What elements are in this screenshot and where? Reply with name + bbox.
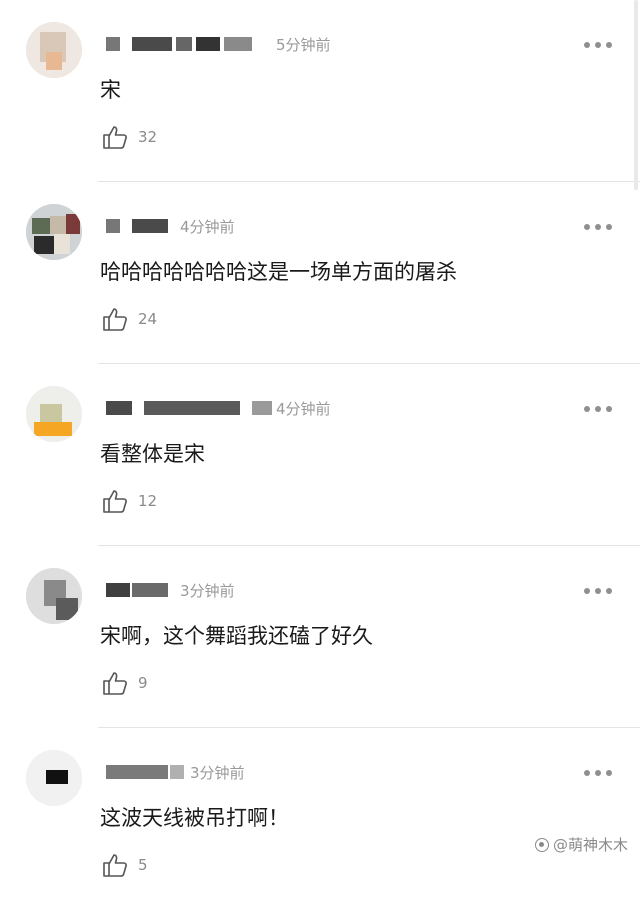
like-count: 9 — [138, 674, 148, 692]
thumbs-up-icon — [103, 490, 127, 513]
like-count: 32 — [138, 128, 158, 146]
comment-time: 3分钟前 — [190, 764, 245, 782]
avatar[interactable] — [26, 386, 82, 442]
watermark-text: @萌神木木 — [552, 836, 628, 854]
like-count: 24 — [138, 310, 158, 328]
scrollbar[interactable] — [634, 0, 638, 190]
avatar[interactable] — [26, 22, 82, 78]
username-redacted[interactable] — [106, 33, 252, 53]
comment-item: 5分钟前 宋 32 — [0, 0, 640, 182]
watermark: @萌神木木 — [534, 834, 628, 855]
comment-text: 宋啊，这个舞蹈我还磕了好久 — [100, 624, 373, 648]
username-redacted[interactable] — [106, 579, 168, 599]
weibo-icon — [534, 837, 549, 852]
like-button[interactable]: 5 — [102, 850, 148, 880]
comment-time: 3分钟前 — [180, 582, 235, 600]
thumbs-up-icon — [103, 672, 127, 695]
thumbs-up-icon — [103, 126, 127, 149]
avatar[interactable] — [26, 750, 82, 806]
thumbs-up-icon — [103, 854, 127, 877]
comment-text: 宋 — [100, 78, 121, 102]
more-dots-icon[interactable] — [584, 769, 612, 777]
more-dots-icon[interactable] — [584, 405, 612, 413]
comment-text: 哈哈哈哈哈哈哈这是一场单方面的屠杀 — [100, 260, 457, 284]
thumbs-up-icon — [103, 308, 127, 331]
comment-time: 4分钟前 — [276, 400, 331, 418]
like-button[interactable]: 12 — [102, 486, 157, 516]
comment-time: 4分钟前 — [180, 218, 235, 236]
like-button[interactable]: 24 — [102, 304, 157, 334]
comment-item: 3分钟前 这波天线被吊打啊！ 5 — [0, 728, 640, 910]
comment-time: 5分钟前 — [276, 36, 331, 54]
avatar[interactable] — [26, 204, 82, 260]
username-redacted[interactable] — [106, 397, 272, 417]
like-button[interactable]: 9 — [102, 668, 148, 698]
comment-item: 4分钟前 哈哈哈哈哈哈哈这是一场单方面的屠杀 24 — [0, 182, 640, 364]
avatar[interactable] — [26, 568, 82, 624]
like-button[interactable]: 32 — [102, 122, 157, 152]
comment-item: 4分钟前 看整体是宋 12 — [0, 364, 640, 546]
comment-item: 3分钟前 宋啊，这个舞蹈我还磕了好久 9 — [0, 546, 640, 728]
like-count: 5 — [138, 856, 148, 874]
username-redacted[interactable] — [106, 215, 170, 235]
more-dots-icon[interactable] — [584, 41, 612, 49]
comment-text: 这波天线被吊打啊！ — [100, 806, 289, 830]
like-count: 12 — [138, 492, 158, 510]
username-redacted[interactable] — [106, 761, 184, 781]
comment-text: 看整体是宋 — [100, 442, 205, 466]
more-dots-icon[interactable] — [584, 223, 612, 231]
more-dots-icon[interactable] — [584, 587, 612, 595]
